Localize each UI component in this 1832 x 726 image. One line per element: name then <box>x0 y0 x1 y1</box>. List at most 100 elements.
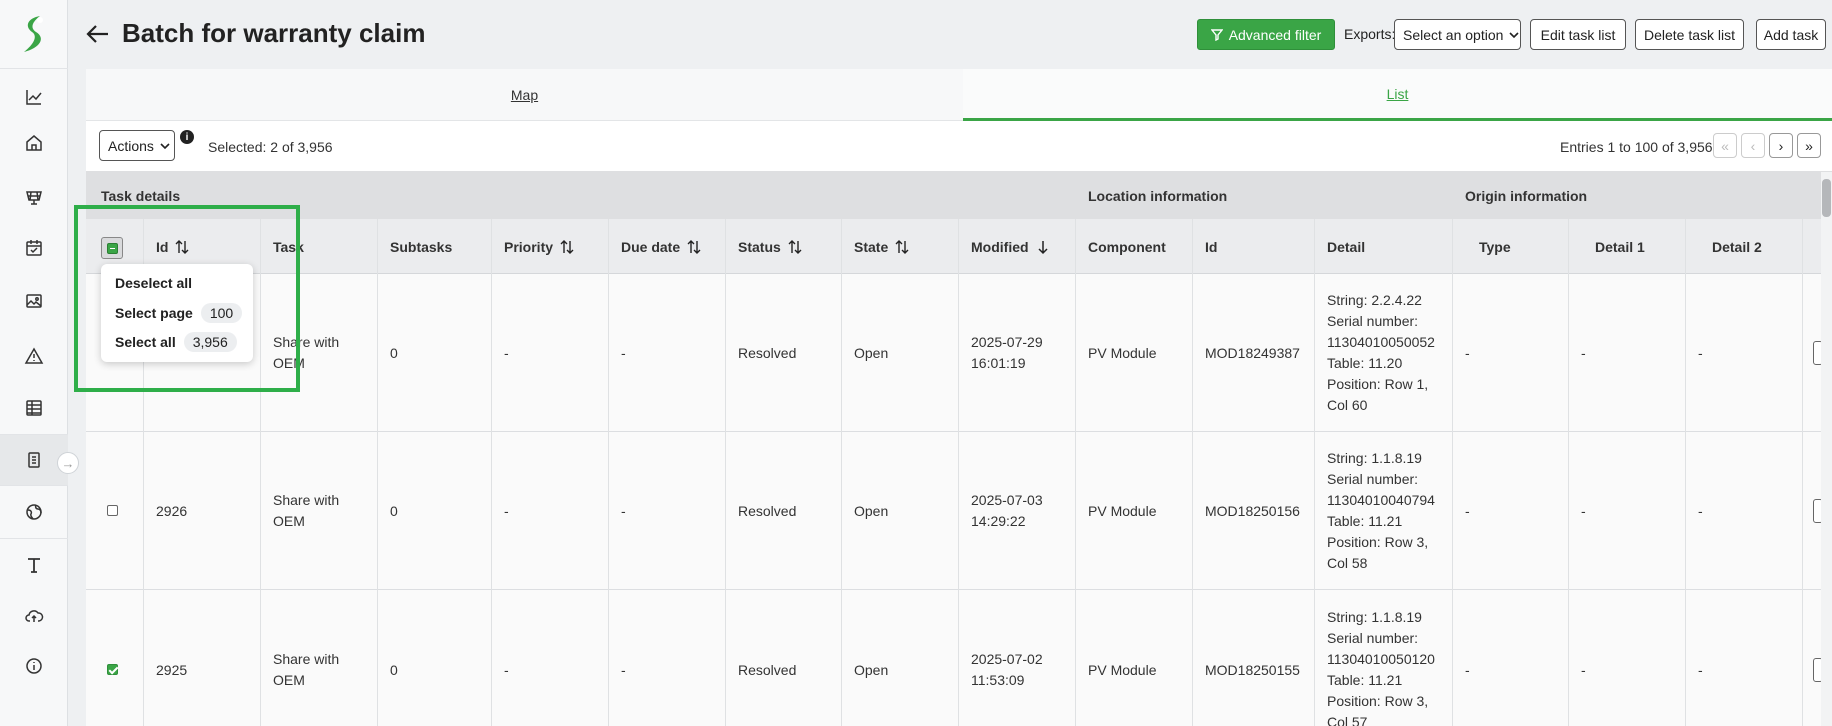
row-type: - <box>1465 502 1470 519</box>
group-origin-information: Origin information <box>1465 188 1588 204</box>
info-circle-icon[interactable] <box>0 641 68 691</box>
table-icon[interactable] <box>0 383 68 433</box>
entries-count: Entries 1 to 100 of 3,956 <box>1560 139 1713 155</box>
sort-icon <box>560 239 574 254</box>
last-page-button[interactable]: » <box>1797 133 1821 158</box>
row-modified: 2025-07-02 11:53:09 <box>971 651 1043 688</box>
edit-task-list-button[interactable]: Edit task list <box>1530 19 1626 50</box>
sort-icon <box>175 239 189 254</box>
select-page-option[interactable]: Select page 100 <box>115 303 243 323</box>
row-location-id: MOD18249387 <box>1205 344 1300 361</box>
row-checkbox[interactable] <box>107 664 118 675</box>
chevron-down-icon <box>160 142 170 149</box>
row-status: Resolved <box>738 344 797 361</box>
globe-icon[interactable] <box>0 487 68 537</box>
home-icon[interactable] <box>0 118 68 168</box>
scrollbar[interactable] <box>1821 172 1832 726</box>
deselect-all-option[interactable]: Deselect all <box>115 275 192 291</box>
advanced-filter-button[interactable]: Advanced filter <box>1197 19 1335 50</box>
row-detail: String: 1.1.8.19 Serial number: 1130401004… <box>1327 450 1435 571</box>
prev-page-button[interactable]: ‹ <box>1741 133 1765 158</box>
col-state[interactable]: State <box>841 219 910 274</box>
row-due-date: - <box>621 502 626 519</box>
row-due-date: - <box>621 344 626 361</box>
scrollbar-thumb[interactable] <box>1822 179 1831 217</box>
sort-icon <box>895 239 909 254</box>
row-detail-1: - <box>1581 502 1586 519</box>
cloud-upload-icon[interactable] <box>0 591 68 641</box>
next-page-button[interactable]: › <box>1769 133 1793 158</box>
row-type: - <box>1465 344 1470 361</box>
add-task-button[interactable]: Add task <box>1756 19 1826 50</box>
group-task-details: Task details <box>101 188 181 204</box>
row-detail-2: - <box>1698 344 1703 361</box>
row-detail-2: - <box>1698 661 1703 678</box>
text-tool-icon[interactable] <box>0 540 68 590</box>
image-icon[interactable] <box>0 276 68 326</box>
row-location-id: MOD18250156 <box>1205 502 1300 519</box>
exports-select[interactable]: Select an option <box>1394 19 1521 50</box>
selected-count: Selected: 2 of 3,956 <box>208 139 333 155</box>
sort-desc-icon <box>1038 240 1048 254</box>
row-detail-1: - <box>1581 344 1586 361</box>
select-all-option[interactable]: Select all 3,956 <box>115 332 237 352</box>
sort-icon <box>788 239 802 254</box>
col-priority[interactable]: Priority <box>491 219 575 274</box>
row-location-id: MOD18250155 <box>1205 661 1300 678</box>
info-icon[interactable]: i <box>180 130 194 144</box>
col-detail-1: Detail 1 <box>1595 238 1645 255</box>
page-title: Batch for warranty claim <box>122 18 426 48</box>
count-badge: 3,956 <box>183 332 237 352</box>
sidebar-expand-button[interactable]: → <box>57 452 79 474</box>
solar-panel-icon[interactable] <box>0 172 68 222</box>
row-type: - <box>1465 661 1470 678</box>
chevron-down-icon <box>1509 31 1519 38</box>
actions-select[interactable]: Actions <box>99 130 175 161</box>
row-task: Share with OEM <box>273 651 340 688</box>
row-component: PV Module <box>1088 344 1157 361</box>
select-all-checkbox[interactable] <box>101 237 123 259</box>
row-id: 2925 <box>156 661 188 678</box>
col-modified[interactable]: Modified <box>958 219 1051 274</box>
row-detail-2: - <box>1698 502 1703 519</box>
tab-list[interactable]: List <box>963 69 1832 121</box>
selection-dropdown: Deselect all Select page 100 Select all … <box>101 264 253 362</box>
sidebar <box>0 0 68 726</box>
row-detail-1: - <box>1581 661 1586 678</box>
warning-icon[interactable] <box>0 331 68 381</box>
col-location-id: Id <box>1205 238 1218 255</box>
row-task: Share with OEM <box>273 492 340 529</box>
first-page-button[interactable]: « <box>1713 133 1737 158</box>
row-status: Resolved <box>738 661 797 678</box>
row-subtasks: 0 <box>390 502 398 519</box>
row-state: Open <box>854 344 889 361</box>
sort-icon <box>687 239 701 254</box>
col-due-date[interactable]: Due date <box>608 219 702 274</box>
exports-label: Exports: <box>1344 26 1396 42</box>
row-due-date: - <box>621 661 626 678</box>
analytics-icon[interactable] <box>0 72 68 122</box>
group-location-information: Location information <box>1088 188 1228 204</box>
row-priority: - <box>504 344 509 361</box>
row-checkbox[interactable] <box>107 505 118 516</box>
row-subtasks: 0 <box>390 661 398 678</box>
row-task: Share with OEM <box>273 334 340 371</box>
row-status: Resolved <box>738 502 797 519</box>
row-subtasks: 0 <box>390 344 398 361</box>
back-arrow-icon[interactable] <box>84 20 112 48</box>
row-priority: - <box>504 502 509 519</box>
filter-icon <box>1210 28 1223 41</box>
col-detail-2: Detail 2 <box>1712 238 1762 255</box>
row-priority: - <box>504 661 509 678</box>
col-detail: Detail <box>1327 238 1366 255</box>
delete-task-list-button[interactable]: Delete task list <box>1635 19 1744 50</box>
col-status[interactable]: Status <box>725 219 803 274</box>
row-component: PV Module <box>1088 661 1157 678</box>
calendar-check-icon[interactable] <box>0 223 68 273</box>
col-component: Component <box>1088 238 1166 255</box>
brand-logo[interactable] <box>18 14 48 54</box>
col-task: Task <box>273 238 304 255</box>
row-state: Open <box>854 661 889 678</box>
tab-map[interactable]: Map <box>86 69 963 121</box>
row-modified: 2025-07-03 14:29:22 <box>971 492 1043 529</box>
